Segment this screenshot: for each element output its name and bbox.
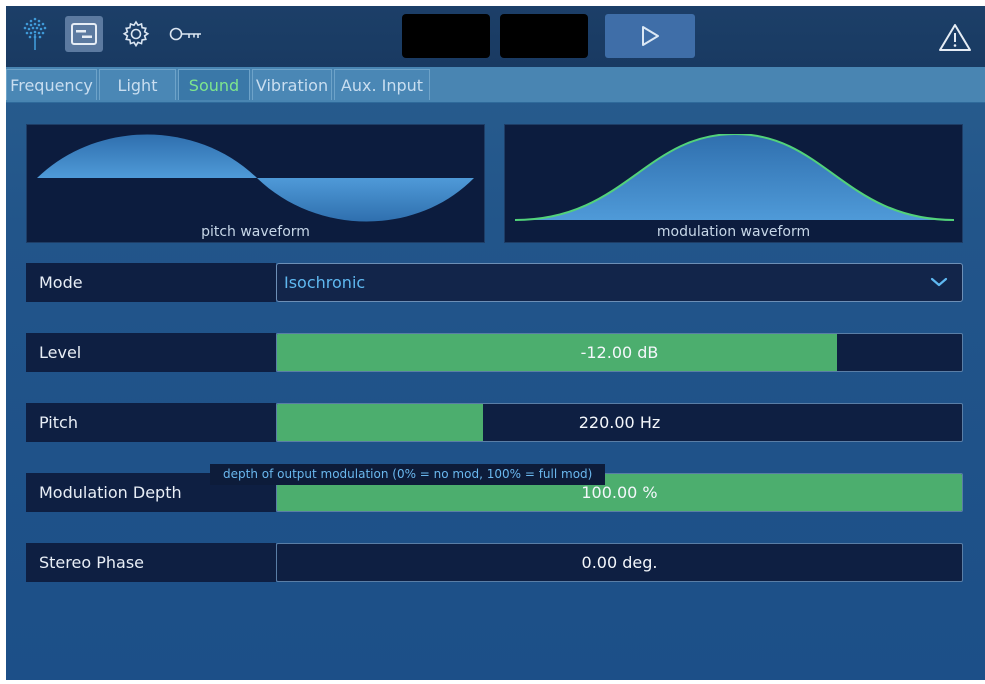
- pitch-slider[interactable]: 220.00 Hz: [276, 403, 963, 442]
- modulation-waveform-graph: [515, 134, 954, 221]
- mode-dropdown[interactable]: Isochronic: [276, 263, 963, 302]
- modulation-depth-tooltip: depth of output modulation (0% = no mod,…: [210, 464, 606, 485]
- pitch-value: 220.00 Hz: [578, 413, 661, 432]
- tab-vibration[interactable]: Vibration: [252, 69, 332, 100]
- tab-sound[interactable]: Sound: [178, 69, 250, 100]
- stereo-phase-slider[interactable]: 0.00 deg.: [276, 543, 963, 582]
- tab-bar: Frequency Light Sound Vibration Aux. Inp…: [6, 67, 985, 103]
- app-window: Frequency Light Sound Vibration Aux. Inp…: [6, 6, 985, 680]
- level-label: Level: [26, 333, 276, 372]
- key-icon[interactable]: [166, 16, 206, 52]
- chevron-down-icon: [930, 277, 948, 287]
- pitch-waveform-graph: [37, 134, 474, 222]
- tab-aux-input[interactable]: Aux. Input: [334, 69, 430, 100]
- play-icon: [642, 26, 659, 46]
- readout-display-right: [500, 14, 588, 58]
- modulation-waveform-label: modulation waveform: [656, 224, 811, 240]
- mode-label: Mode: [26, 263, 276, 302]
- level-value: -12.00 dB: [580, 343, 659, 362]
- level-slider[interactable]: -12.00 dB: [276, 333, 963, 372]
- tree-logo-icon[interactable]: [17, 16, 53, 52]
- stereo-phase-value: 0.00 deg.: [581, 553, 658, 572]
- mode-selected-value: Isochronic: [284, 273, 366, 292]
- play-button[interactable]: [605, 14, 695, 58]
- gear-icon[interactable]: [118, 16, 154, 52]
- readout-display-left: [402, 14, 490, 58]
- tab-frequency[interactable]: Frequency: [6, 69, 97, 100]
- warning-icon[interactable]: [938, 22, 972, 52]
- pitch-waveform-label: pitch waveform: [201, 224, 310, 240]
- pitch-label: Pitch: [26, 403, 276, 442]
- stereo-phase-label: Stereo Phase: [26, 543, 276, 582]
- tab-light[interactable]: Light: [99, 69, 176, 100]
- panel-toggle-icon[interactable]: [65, 16, 103, 52]
- toolbar: [6, 6, 985, 67]
- pitch-waveform-panel: pitch waveform: [26, 124, 485, 243]
- modulation-waveform-panel: modulation waveform: [504, 124, 963, 243]
